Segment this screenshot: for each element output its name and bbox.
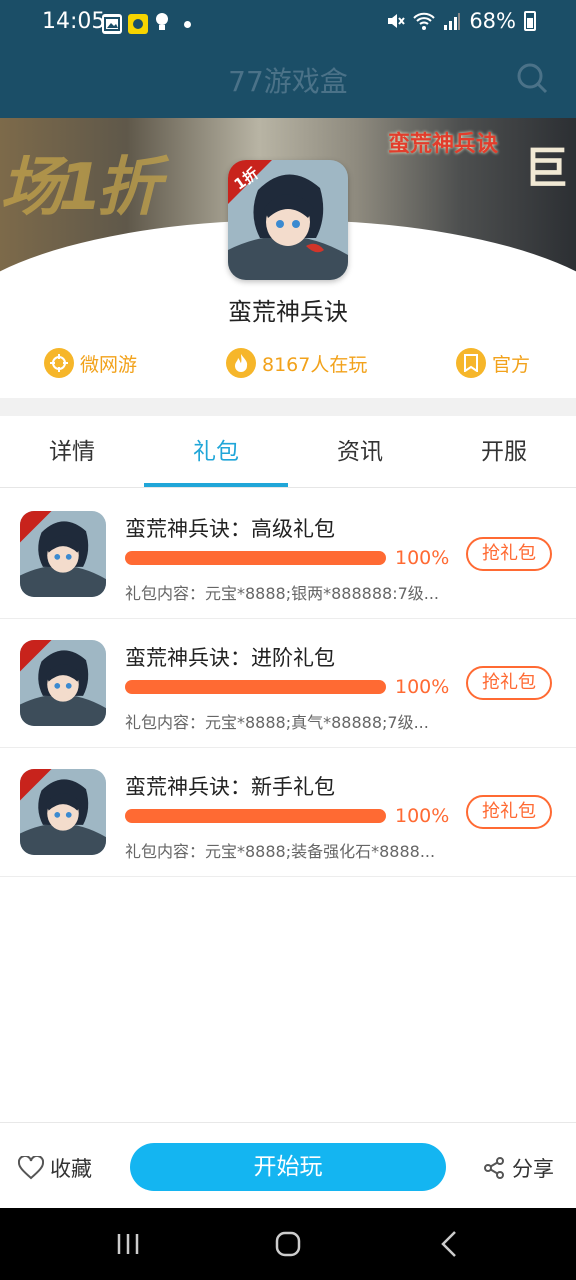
target-icon [44,348,74,378]
meta-official: 官方 [456,348,530,378]
system-indicators: 68% [385,9,536,33]
banner-right-text: 巨 [524,143,568,194]
gift-progress-percent: 100% [395,805,450,827]
tab-bar: 详情 礼包 资讯 开服 [0,416,576,488]
battery-icon [524,11,536,31]
meta-category: 微网游 [44,348,137,378]
gallery-icon [102,14,122,34]
heart-icon [18,1156,44,1180]
status-time: 14:05 [42,9,106,34]
meta-players-label: 8167人在玩 [262,353,368,376]
gift-progress-bar [125,551,386,565]
system-nav-bar [0,1208,576,1280]
back-icon[interactable] [434,1228,466,1260]
more-notifications-dot [184,20,191,28]
gift-game-icon [20,640,106,726]
tab-gifts[interactable]: 礼包 [144,416,288,487]
gift-progress-bar [125,809,386,823]
bottom-action-bar: 收藏 开始玩 分享 [0,1122,576,1208]
tab-details[interactable]: 详情 [0,416,144,487]
banner-logo: 蛮荒神兵诀 [388,132,499,157]
home-icon[interactable] [272,1228,304,1260]
page-title: 77游戏盒 [228,65,348,98]
gift-game-icon [20,511,106,597]
tab-news[interactable]: 资讯 [288,416,432,487]
mute-icon [388,14,406,28]
get-gift-button[interactable]: 抢礼包 [466,795,552,829]
recent-apps-icon[interactable] [112,1228,144,1260]
notification-icons [102,12,191,36]
gift-game-icon [20,769,106,855]
section-divider [0,398,576,416]
signal-icon [444,13,461,30]
gift-progress-percent: 100% [395,547,450,569]
gift-item[interactable]: 蛮荒神兵诀：高级礼包 100% 礼包内容：元宝*8888;银两*888888:7… [0,489,576,619]
search-icon[interactable] [516,62,548,94]
gift-item[interactable]: 蛮荒神兵诀：新手礼包 100% 礼包内容：元宝*8888;装备强化石*8888.… [0,747,576,877]
share-label: 分享 [512,1157,554,1181]
meta-official-label: 官方 [492,353,531,376]
gift-name: 蛮荒神兵诀：新手礼包 [125,775,335,799]
wifi-icon [413,12,436,30]
app-header: 77游戏盒 [0,40,576,118]
bulb-icon [154,12,170,36]
meta-players: 8167人在玩 [226,348,367,378]
gift-content: 礼包内容：元宝*8888;银两*888888:7级... [125,584,440,603]
game-meta: 微网游 8167人在玩 官方 [0,348,576,382]
gift-content: 礼包内容：元宝*8888;真气*88888;7级... [125,713,429,732]
app-notification-icon [128,14,148,34]
share-button[interactable]: 分享 [482,1153,554,1183]
status-bar: 14:05 68% [0,0,576,40]
gift-content: 礼包内容：元宝*8888;装备强化石*8888... [125,842,436,861]
get-gift-button[interactable]: 抢礼包 [466,537,552,571]
fire-icon [226,348,256,378]
gift-progress-bar [125,680,386,694]
get-gift-button[interactable]: 抢礼包 [466,666,552,700]
favorite-button[interactable]: 收藏 [18,1153,92,1183]
battery-percent: 68% [469,9,516,33]
gift-name: 蛮荒神兵诀：高级礼包 [125,517,335,541]
start-play-button[interactable]: 开始玩 [130,1143,446,1191]
banner-calligraphy: 场1折 [0,151,161,225]
game-title: 蛮荒神兵诀 [228,298,348,326]
gift-item[interactable]: 蛮荒神兵诀：进阶礼包 100% 礼包内容：元宝*8888;真气*88888;7级… [0,618,576,748]
game-icon: 1折 [228,160,348,280]
meta-category-label: 微网游 [80,353,138,376]
favorite-label: 收藏 [50,1157,92,1181]
share-icon [484,1157,504,1179]
gift-name: 蛮荒神兵诀：进阶礼包 [125,646,335,670]
bookmark-icon [456,348,486,378]
gift-progress-percent: 100% [395,676,450,698]
tab-servers[interactable]: 开服 [432,416,576,487]
